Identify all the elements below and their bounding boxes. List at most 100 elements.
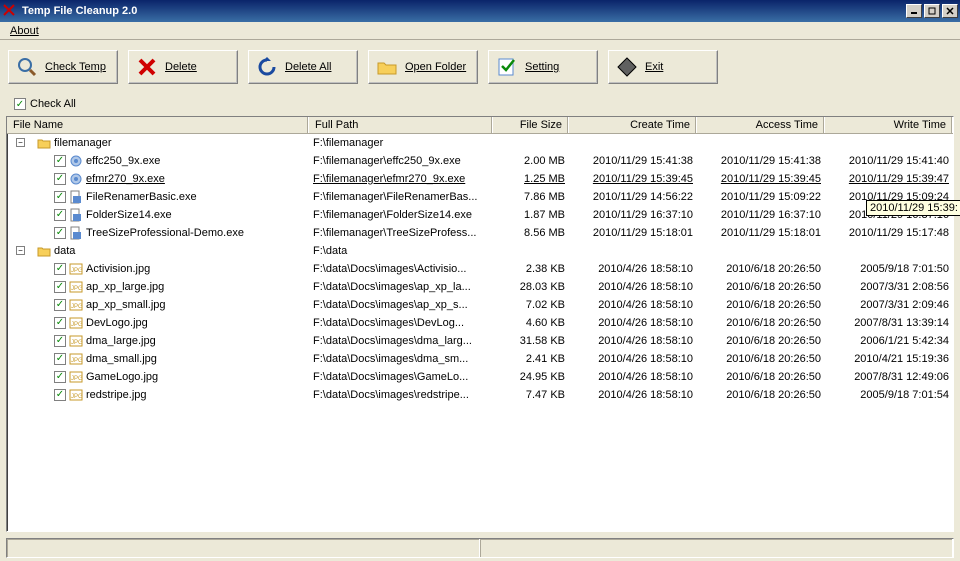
window-title: Temp File Cleanup 2.0: [22, 5, 904, 17]
exit-icon: [615, 55, 639, 79]
file-row[interactable]: ✓JPGActivision.jpg F:\data\Docs\images\A…: [7, 260, 953, 278]
menu-about[interactable]: About: [4, 23, 45, 39]
file-size: 2.38 KB: [493, 263, 569, 275]
svg-text:JPG: JPG: [71, 394, 83, 400]
file-row[interactable]: ✓JPGdma_small.jpg F:\data\Docs\images\dm…: [7, 350, 953, 368]
file-atime: 2010/6/18 20:26:50: [697, 335, 825, 347]
group-row[interactable]: − data F:\data: [7, 242, 953, 260]
col-filename[interactable]: File Name: [7, 117, 309, 133]
file-name: efmr270_9x.exe: [86, 173, 165, 185]
file-path: F:\filemanager\effc250_9x.exe: [309, 155, 493, 167]
file-size: 8.56 MB: [493, 227, 569, 239]
file-wtime: 2010/11/29 15:17:48: [825, 227, 953, 239]
file-ctime: 2010/4/26 18:58:10: [569, 299, 697, 311]
file-name: dma_small.jpg: [86, 353, 157, 365]
file-atime: 2010/6/18 20:26:50: [697, 263, 825, 275]
file-row[interactable]: ✓JPGGameLogo.jpg F:\data\Docs\images\Gam…: [7, 368, 953, 386]
row-checkbox[interactable]: ✓: [54, 371, 66, 383]
setting-button[interactable]: Setting: [488, 50, 598, 84]
file-size: 24.95 KB: [493, 371, 569, 383]
check-all-label: Check All: [30, 98, 76, 110]
file-listview: File Name Full Path File Size Create Tim…: [6, 116, 954, 532]
file-path: F:\data\Docs\images\GameLo...: [309, 371, 493, 383]
magnifier-icon: [15, 55, 39, 79]
tree-toggle-icon[interactable]: −: [16, 138, 25, 147]
file-atime: 2010/11/29 15:39:45: [697, 173, 825, 185]
file-name: FileRenamerBasic.exe: [86, 191, 197, 203]
delete-all-button[interactable]: Delete All: [248, 50, 358, 84]
file-row[interactable]: ✓JPGap_xp_small.jpg F:\data\Docs\images\…: [7, 296, 953, 314]
file-wtime: 2010/4/21 15:19:36: [825, 353, 953, 365]
open-folder-button[interactable]: Open Folder: [368, 50, 478, 84]
file-path: F:\filemanager\FolderSize14.exe: [309, 209, 493, 221]
file-row[interactable]: ✓efmr270_9x.exe F:\filemanager\efmr270_9…: [7, 170, 953, 188]
minimize-button[interactable]: [906, 4, 922, 18]
file-wtime: 2010/11/29 15:39:47: [825, 173, 953, 185]
file-ctime: 2010/11/29 16:37:10: [569, 209, 697, 221]
file-path: F:\filemanager\TreeSizeProfess...: [309, 227, 493, 239]
row-checkbox[interactable]: ✓: [54, 299, 66, 311]
row-checkbox[interactable]: ✓: [54, 281, 66, 293]
setting-icon: [495, 55, 519, 79]
row-checkbox[interactable]: ✓: [54, 389, 66, 401]
svg-text:JPG: JPG: [71, 322, 83, 328]
col-accesstime[interactable]: Access Time: [697, 117, 825, 133]
menubar: About: [0, 22, 960, 40]
file-row[interactable]: ✓JPGap_xp_large.jpg F:\data\Docs\images\…: [7, 278, 953, 296]
close-button[interactable]: [942, 4, 958, 18]
row-checkbox[interactable]: ✓: [54, 227, 66, 239]
col-writetime[interactable]: Write Time: [825, 117, 953, 133]
file-row[interactable]: ✓ FileRenamerBasic.exe F:\filemanager\Fil…: [7, 188, 953, 206]
file-path: F:\data\Docs\images\Activisio...: [309, 263, 493, 275]
file-row[interactable]: ✓ effc250_9x.exe F:\filemanager\effc250_9…: [7, 152, 953, 170]
titlebar: Temp File Cleanup 2.0: [0, 0, 960, 22]
exit-button[interactable]: Exit: [608, 50, 718, 84]
file-name: Activision.jpg: [86, 263, 150, 275]
row-checkbox[interactable]: ✓: [54, 155, 66, 167]
svg-text:JPG: JPG: [71, 340, 83, 346]
row-checkbox[interactable]: ✓: [54, 191, 66, 203]
file-name: effc250_9x.exe: [86, 155, 160, 167]
tree-toggle-icon[interactable]: −: [16, 246, 25, 255]
row-checkbox[interactable]: ✓: [54, 353, 66, 365]
file-wtime: 2007/8/31 13:39:14: [825, 317, 953, 329]
folder-icon: [375, 55, 399, 79]
delete-button[interactable]: Delete: [128, 50, 238, 84]
file-ctime: 2010/11/29 15:39:45: [569, 173, 697, 185]
file-row[interactable]: ✓JPGredstripe.jpg F:\data\Docs\images\re…: [7, 386, 953, 404]
file-path: F:\filemanager\FileRenamerBas...: [309, 191, 493, 203]
file-ctime: 2010/11/29 15:41:38: [569, 155, 697, 167]
row-checkbox[interactable]: ✓: [54, 173, 66, 185]
listview-header: File Name Full Path File Size Create Tim…: [7, 117, 953, 134]
file-row[interactable]: ✓TreeSizeProfessional-Demo.exe F:\filema…: [7, 224, 953, 242]
file-size: 2.00 MB: [493, 155, 569, 167]
file-wtime: 2007/3/31 2:08:56: [825, 281, 953, 293]
row-checkbox[interactable]: ✓: [54, 263, 66, 275]
check-all-checkbox[interactable]: ✓: [14, 98, 26, 110]
row-checkbox[interactable]: ✓: [54, 335, 66, 347]
file-atime: 2010/6/18 20:26:50: [697, 317, 825, 329]
group-name: data: [54, 245, 75, 257]
row-checkbox[interactable]: ✓: [54, 209, 66, 221]
row-checkbox[interactable]: ✓: [54, 317, 66, 329]
file-name: FolderSize14.exe: [86, 209, 172, 221]
file-atime: 2010/6/18 20:26:50: [697, 299, 825, 311]
file-wtime: 2007/3/31 2:09:46: [825, 299, 953, 311]
file-name: ap_xp_large.jpg: [86, 281, 164, 293]
col-createtime[interactable]: Create Time: [569, 117, 697, 133]
file-size: 1.25 MB: [493, 173, 569, 185]
file-row[interactable]: ✓JPGdma_large.jpg F:\data\Docs\images\dm…: [7, 332, 953, 350]
maximize-button[interactable]: [924, 4, 940, 18]
file-atime: 2010/6/18 20:26:50: [697, 371, 825, 383]
file-row[interactable]: ✓JPGDevLogo.jpg F:\data\Docs\images\DevL…: [7, 314, 953, 332]
group-row[interactable]: −filemanager F:\filemanager: [7, 134, 953, 152]
file-path: F:\data\Docs\images\redstripe...: [309, 389, 493, 401]
file-size: 28.03 KB: [493, 281, 569, 293]
col-fullpath[interactable]: Full Path: [309, 117, 493, 133]
group-path: F:\data: [309, 245, 493, 257]
file-size: 7.47 KB: [493, 389, 569, 401]
file-row[interactable]: ✓ FolderSize14.exe F:\filemanager\FolderS…: [7, 206, 953, 224]
check-temp-button[interactable]: Check Temp: [8, 50, 118, 84]
listview-body: −filemanager F:\filemanager ✓ effc250_9x.…: [7, 134, 953, 530]
col-filesize[interactable]: File Size: [493, 117, 569, 133]
